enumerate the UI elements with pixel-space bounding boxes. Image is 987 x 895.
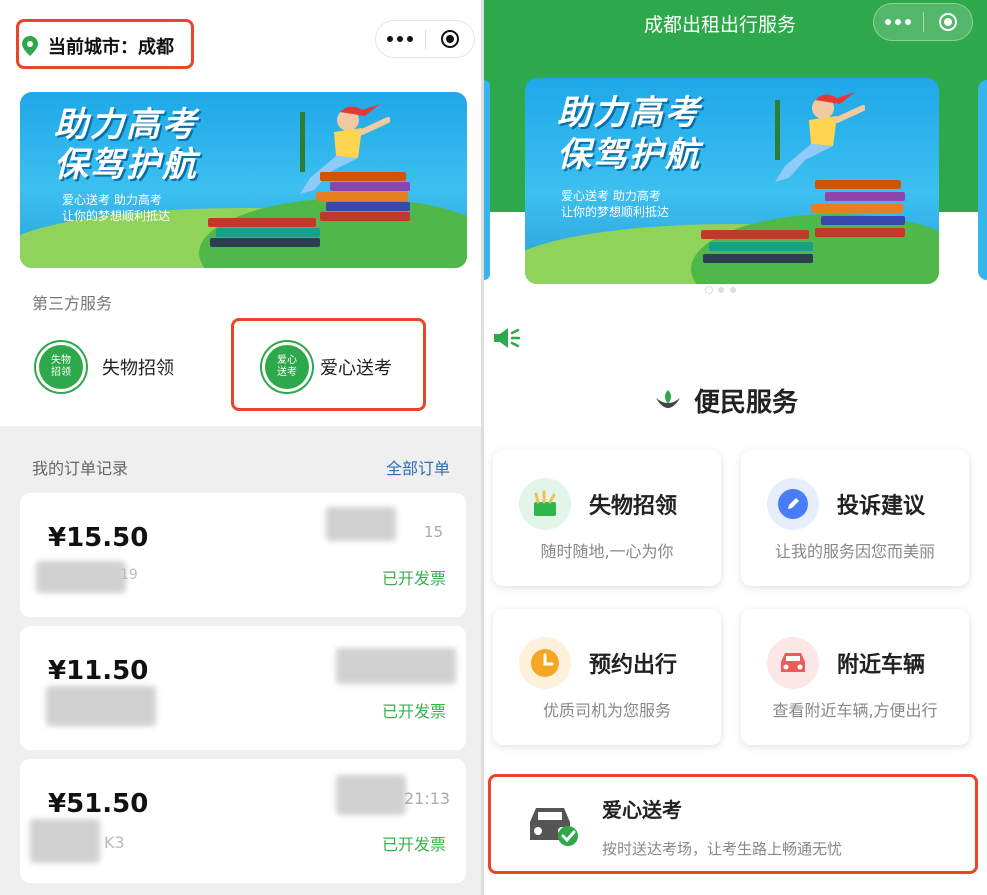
- service-desc: 随时随地,一心为你: [540, 542, 674, 561]
- lost-found-icon: [519, 478, 571, 530]
- service-card-complaint[interactable]: 投诉建议 让我的服务因您而美丽: [741, 450, 969, 586]
- redacted-info: [30, 819, 100, 863]
- order-time-fragment: 21:13: [404, 789, 451, 808]
- carousel-indicator: [706, 287, 736, 293]
- service-title: 投诉建议: [837, 494, 926, 519]
- mini-program-capsule: [873, 3, 973, 41]
- banner-title-line2: 保驾护航: [54, 145, 198, 185]
- banner-subtitle-line2: 让你的梦想顺利抵达: [62, 209, 171, 223]
- more-dots-icon: [885, 19, 912, 25]
- pencil-icon: [767, 478, 819, 530]
- clock-icon: [519, 637, 571, 689]
- order-card[interactable]: ¥15.50 15 19 已开发票: [20, 493, 466, 617]
- banner-subtitle-line1: 爱心送考 助力高考: [561, 189, 661, 203]
- carousel-next-peek: [978, 80, 987, 280]
- city-highlight-box: [16, 19, 194, 69]
- redacted-time: [336, 775, 406, 815]
- orders-title: 我的订单记录: [32, 459, 129, 478]
- service-label: 失物招领: [102, 358, 174, 379]
- lost-found-badge-icon: 失物招领: [36, 342, 86, 392]
- order-code-fragment: 19: [120, 567, 138, 583]
- service-lost-and-found[interactable]: 失物招领 失物招领: [36, 342, 174, 392]
- invoice-status: 已开发票: [381, 702, 446, 721]
- order-card[interactable]: ¥11.50 已开发票: [20, 626, 466, 750]
- service-desc: 查看附近车辆,方便出行: [772, 701, 938, 720]
- carousel-prev-peek: [484, 80, 490, 280]
- banner-title-line1: 助力高考: [54, 105, 198, 145]
- orders-area: 我的订单记录 全部订单 ¥15.50 15 19 已开发票 ¥11.50 已开发…: [0, 426, 481, 895]
- leaf-icon: [656, 389, 680, 408]
- service-card-nearby-vehicles[interactable]: 附近车辆 查看附近车辆,方便出行: [741, 609, 969, 745]
- order-price: ¥11.50: [48, 656, 149, 686]
- all-orders-link[interactable]: 全部订单: [386, 455, 450, 479]
- service-card-reservation[interactable]: 预约出行 优质司机为您服务: [493, 609, 721, 745]
- promo-banner[interactable]: 助力高考 保驾护航 爱心送考 助力高考 让你的梦想顺利抵达: [20, 92, 467, 268]
- target-circle-icon: [938, 13, 957, 31]
- invoice-status: 已开发票: [381, 835, 446, 854]
- left-screen: 当前城市：成都 助力高考 保驾护航 爱心送考 助力高考 让你的梦想顺利抵达 第三…: [0, 0, 481, 895]
- third-party-section-title: 第三方服务: [32, 294, 113, 313]
- order-code-fragment: K3: [104, 833, 125, 852]
- header-title: 成都出租出行服务: [644, 14, 797, 36]
- right-screen: 成都出租出行服务 助力高考 保驾护航 爱心送考 助力高考 让你的梦想顺利抵达 便…: [484, 0, 987, 895]
- section-heading: 便民服务: [654, 382, 798, 419]
- car-icon: [767, 637, 819, 689]
- service-card-lost-found[interactable]: 失物招领 随时随地,一心为你: [493, 450, 721, 586]
- mini-program-capsule: [375, 20, 475, 58]
- service-title: 附近车辆: [837, 653, 926, 678]
- banner-title-line2: 保驾护航: [557, 135, 701, 175]
- order-card[interactable]: ¥51.50 21:13 K3 已开发票: [20, 759, 466, 883]
- love-exam-highlight-box: [231, 318, 426, 411]
- redacted-info: [36, 561, 126, 593]
- section-title: 便民服务: [694, 388, 799, 418]
- service-desc: 优质司机为您服务: [542, 701, 671, 720]
- more-button[interactable]: [874, 4, 923, 40]
- banner-title-line1: 助力高考: [557, 93, 701, 133]
- book-stack: [320, 212, 410, 221]
- promo-banner[interactable]: 助力高考 保驾护航 爱心送考 助力高考 让你的梦想顺利抵达: [525, 78, 939, 284]
- redacted-time: [326, 507, 396, 541]
- service-title: 失物招领: [589, 494, 678, 519]
- close-mini-program-button[interactable]: [924, 4, 973, 40]
- close-mini-program-button[interactable]: [426, 21, 475, 57]
- more-dots-icon: [387, 36, 414, 42]
- service-desc: 让我的服务因您而美丽: [774, 542, 935, 561]
- order-price: ¥15.50: [48, 523, 149, 553]
- book-stack: [815, 228, 905, 237]
- more-button[interactable]: [376, 21, 425, 57]
- banner-subtitle-line2: 让你的梦想顺利抵达: [561, 205, 670, 219]
- order-price: ¥51.50: [48, 789, 149, 819]
- target-circle-icon: [440, 30, 459, 48]
- banner-subtitle-line1: 爱心送考 助力高考: [62, 193, 162, 207]
- love-exam-highlight-box: [488, 774, 978, 874]
- speaker-announcement-icon[interactable]: [492, 326, 522, 350]
- order-time-fragment: 15: [424, 523, 444, 541]
- service-title: 预约出行: [589, 653, 678, 678]
- redacted-info: [46, 686, 156, 726]
- redacted-time: [336, 648, 456, 684]
- invoice-status: 已开发票: [381, 569, 446, 588]
